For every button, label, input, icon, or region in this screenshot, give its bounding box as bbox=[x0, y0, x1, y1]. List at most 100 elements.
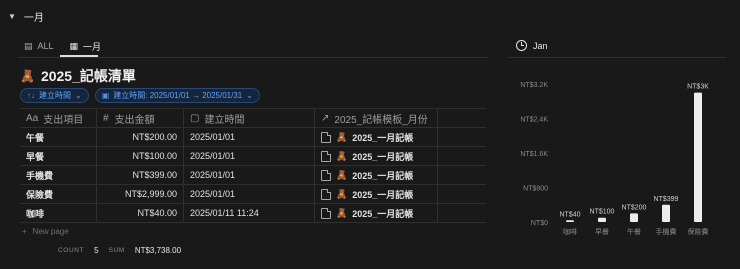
cell-empty bbox=[438, 185, 486, 203]
chart-view-tab[interactable]: Jan bbox=[516, 40, 548, 51]
bar[interactable] bbox=[662, 204, 670, 222]
y-tick-label: NT$3.2K bbox=[520, 82, 548, 89]
sort-chip[interactable]: ↑↓ 建立時間 ⌄ bbox=[20, 88, 89, 103]
new-page-label: New page bbox=[32, 227, 69, 236]
x-tick-label: 早餐 bbox=[595, 227, 609, 236]
calendar-icon: ▢ bbox=[190, 112, 200, 124]
teddy-bear-icon: 🧸 bbox=[336, 188, 348, 199]
cell-empty bbox=[438, 204, 486, 222]
cell-created[interactable]: 2025/01/01 bbox=[184, 147, 315, 165]
x-tick-label: 咖啡 bbox=[563, 227, 577, 236]
filter-bar: ↑↓ 建立時間 ⌄ ▣ 建立時間: 2025/01/01 → 2025/01/3… bbox=[20, 88, 260, 103]
cell-item[interactable]: 手機費 bbox=[20, 166, 97, 184]
teddy-bear-icon: 🧸 bbox=[336, 169, 348, 180]
relation-label: 2025_一月記帳 bbox=[352, 208, 414, 219]
column-header-amount[interactable]: # 支出金額 bbox=[97, 109, 184, 127]
bar[interactable] bbox=[630, 213, 638, 222]
table-row[interactable]: 咖啡 NT$40.00 2025/01/11 11:24 🧸 2025_一月記帳 bbox=[20, 204, 486, 223]
bar-value-label: NT$399 bbox=[654, 196, 679, 203]
column-header-item[interactable]: Aa 支出項目 bbox=[20, 109, 97, 127]
cell-amount[interactable]: NT$2,999.00 bbox=[97, 185, 184, 203]
count-value: 5 bbox=[94, 246, 99, 255]
table-icon: ▤ bbox=[24, 40, 33, 51]
relation-link[interactable]: 🧸 2025_一月記帳 bbox=[321, 150, 413, 163]
table-row[interactable]: 午餐 NT$200.00 2025/01/01 🧸 2025_一月記帳 bbox=[20, 128, 486, 147]
table-row[interactable]: 保險費 NT$2,999.00 2025/01/01 🧸 2025_一月記帳 bbox=[20, 185, 486, 204]
y-tick-label: NT$800 bbox=[523, 186, 548, 193]
bar[interactable] bbox=[694, 92, 702, 222]
cell-created[interactable]: 2025/01/01 bbox=[184, 166, 315, 184]
cell-empty bbox=[438, 166, 486, 184]
teddy-bear-icon: 🧸 bbox=[20, 69, 35, 83]
toggle-header[interactable]: ▼ 一月 bbox=[8, 8, 44, 24]
relation-label: 2025_一月記帳 bbox=[352, 132, 414, 143]
relation-link[interactable]: 🧸 2025_一月記帳 bbox=[321, 131, 413, 144]
cell-empty bbox=[438, 147, 486, 165]
database-view: ▤ ALL ▦ 一月 🧸 2025_記帳清單 ↑↓ 建立時間 ⌄ ▣ 建立時間:… bbox=[18, 30, 488, 240]
bar-value-label: NT$200 bbox=[622, 204, 647, 211]
sum-label: SUM bbox=[108, 247, 125, 254]
calendar-icon: ▣ bbox=[101, 91, 110, 100]
column-header-empty bbox=[438, 109, 486, 127]
table-footer: COUNT 5 SUM NT$3,738.00 bbox=[58, 246, 181, 255]
bar-chart: NT$0 NT$800 NT$1.6K NT$2.4K NT$3.2K NT$40 咖啡 NT… bbox=[520, 82, 709, 236]
teddy-bear-icon: 🧸 bbox=[336, 207, 348, 218]
new-page-button[interactable]: + New page bbox=[22, 227, 69, 236]
relation-link[interactable]: 🧸 2025_一月記帳 bbox=[321, 169, 413, 182]
cell-relation[interactable]: 🧸 2025_一月記帳 bbox=[315, 166, 438, 184]
cell-amount[interactable]: NT$100.00 bbox=[97, 147, 184, 165]
tab-label: ALL bbox=[37, 41, 54, 51]
cell-created[interactable]: 2025/01/01 bbox=[184, 128, 315, 146]
chart-panel: Jan NT$0 NT$800 NT$1.6K NT$2.4K NT$3.2K NT$40… bbox=[508, 30, 726, 244]
tab-label: 一月 bbox=[83, 41, 102, 52]
x-tick-label: 手機費 bbox=[656, 227, 677, 236]
chevron-down-icon: ⌄ bbox=[75, 91, 82, 100]
cell-item[interactable]: 保險費 bbox=[20, 185, 97, 203]
table-header-row: Aa 支出項目 # 支出金額 ▢ 建立時間 ↗ 2025_記帳模板_月份 bbox=[20, 109, 486, 128]
cell-relation[interactable]: 🧸 2025_一月記帳 bbox=[315, 128, 438, 146]
cell-created[interactable]: 2025/01/11 11:24 bbox=[184, 204, 315, 222]
chevron-down-icon: ⌄ bbox=[246, 91, 253, 100]
clock-icon bbox=[516, 40, 527, 51]
cell-relation[interactable]: 🧸 2025_一月記帳 bbox=[315, 204, 438, 222]
sum-value: NT$3,738.00 bbox=[134, 246, 182, 255]
bar[interactable] bbox=[598, 217, 606, 222]
bar-value-label: NT$3K bbox=[687, 84, 709, 91]
cell-item[interactable]: 咖啡 bbox=[20, 204, 97, 222]
cell-item[interactable]: 午餐 bbox=[20, 128, 97, 146]
date-filter-chip[interactable]: ▣ 建立時間: 2025/01/01 → 2025/01/31 ⌄ bbox=[94, 88, 260, 103]
relation-link[interactable]: 🧸 2025_一月記帳 bbox=[321, 207, 413, 220]
bar[interactable] bbox=[566, 220, 574, 222]
cell-amount[interactable]: NT$200.00 bbox=[97, 128, 184, 146]
sort-icon: ↑↓ bbox=[27, 91, 35, 100]
document-icon bbox=[321, 131, 331, 143]
toggle-title: 一月 bbox=[23, 12, 44, 24]
chart-divider bbox=[508, 57, 726, 58]
count-label: COUNT bbox=[58, 247, 85, 254]
view-tabs: ▤ ALL ▦ 一月 bbox=[22, 38, 103, 54]
cell-relation[interactable]: 🧸 2025_一月記帳 bbox=[315, 185, 438, 203]
database-title[interactable]: 🧸 2025_記帳清單 bbox=[20, 66, 136, 86]
column-header-created[interactable]: ▢ 建立時間 bbox=[184, 109, 315, 127]
document-icon bbox=[321, 150, 331, 162]
cell-relation[interactable]: 🧸 2025_一月記帳 bbox=[315, 147, 438, 165]
cell-amount[interactable]: NT$40.00 bbox=[97, 204, 184, 222]
tab-all[interactable]: ▤ ALL bbox=[22, 41, 56, 52]
chip-label: 建立時間 bbox=[39, 91, 71, 100]
relation-label: 2025_一月記帳 bbox=[352, 189, 414, 200]
column-header-relation[interactable]: ↗ 2025_記帳模板_月份 bbox=[315, 109, 438, 127]
chip-label: 建立時間: 2025/01/01 → 2025/01/31 bbox=[113, 91, 243, 100]
table-row[interactable]: 手機費 NT$399.00 2025/01/01 🧸 2025_一月記帳 bbox=[20, 166, 486, 185]
x-tick-label: 午餐 bbox=[627, 227, 641, 236]
tab-january[interactable]: ▦ 一月 bbox=[68, 40, 104, 53]
cell-amount[interactable]: NT$399.00 bbox=[97, 166, 184, 184]
triangle-down-icon[interactable]: ▼ bbox=[8, 12, 16, 21]
cell-item[interactable]: 早餐 bbox=[20, 147, 97, 165]
teddy-bear-icon: 🧸 bbox=[336, 131, 348, 142]
data-table: Aa 支出項目 # 支出金額 ▢ 建立時間 ↗ 2025_記帳模板_月份 午餐 … bbox=[20, 108, 486, 223]
relation-link[interactable]: 🧸 2025_一月記帳 bbox=[321, 188, 413, 201]
table-row[interactable]: 早餐 NT$100.00 2025/01/01 🧸 2025_一月記帳 bbox=[20, 147, 486, 166]
number-type-icon: # bbox=[103, 112, 109, 124]
document-icon bbox=[321, 207, 331, 219]
cell-created[interactable]: 2025/01/01 bbox=[184, 185, 315, 203]
